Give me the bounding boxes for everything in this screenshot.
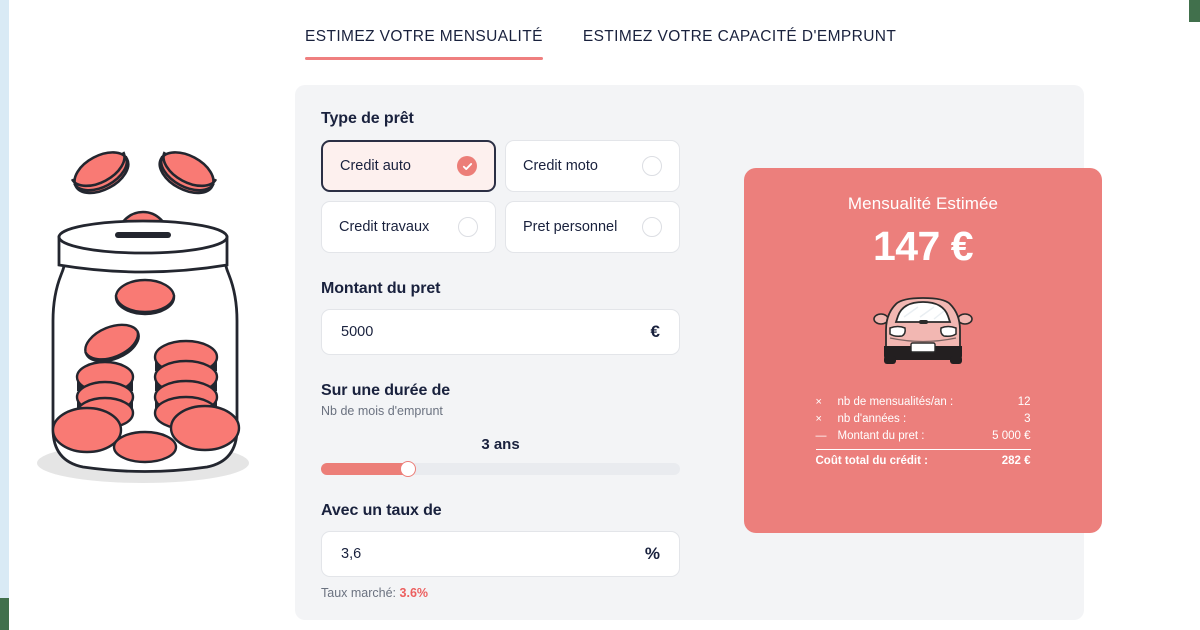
rate-block: Avec un taux de % Taux marché: 3.6%	[321, 502, 680, 600]
radio-circle-icon	[642, 156, 662, 176]
loan-type-label: Credit auto	[340, 158, 411, 174]
breakdown-row: × nb d'années : 3	[816, 410, 1031, 427]
breakdown-value: 12	[1017, 395, 1031, 408]
loan-type-pret-personnel[interactable]: Pret personnel	[505, 201, 680, 253]
coin-jar-icon	[37, 151, 249, 483]
breakdown-value: 5 000 €	[992, 429, 1031, 442]
duration-slider-thumb[interactable]	[400, 461, 417, 477]
loan-type-label: Credit travaux	[339, 219, 430, 235]
breakdown-row: × nb de mensualités/an : 12	[816, 393, 1031, 410]
breakdown-divider	[815, 449, 1031, 451]
percent-icon: %	[644, 544, 660, 563]
car-icon	[873, 297, 973, 364]
radio-circle-icon	[642, 217, 662, 237]
market-rate-hint: Taux marché: 3.6%	[321, 586, 680, 600]
breakdown-total: Coût total du crédit : 282 €	[816, 455, 1031, 467]
duration-slider[interactable]	[321, 461, 680, 477]
total-label: Coût total du crédit :	[815, 455, 928, 468]
loan-type-label: Credit moto	[523, 158, 598, 174]
breakdown-key: Montant du pret :	[837, 429, 925, 442]
loan-form: Type de prêt Credit auto Credit moto Cre…	[321, 110, 680, 600]
cost-breakdown: × nb de mensualités/an : 12 × nb d'année…	[815, 393, 1031, 467]
multiply-icon: ×	[815, 395, 822, 408]
multiply-icon: ×	[815, 412, 822, 425]
rate-input[interactable]	[341, 546, 590, 562]
market-rate-prefix: Taux marché:	[321, 586, 400, 600]
breakdown-value: 3	[1024, 412, 1031, 425]
market-rate-value: 3.6%	[399, 586, 429, 600]
tab-estimez-mensualite[interactable]: ESTIMEZ VOTRE MENSUALITÉ	[305, 28, 543, 60]
top-right-accent-square	[1189, 0, 1200, 22]
rate-input-wrapper[interactable]: %	[321, 531, 680, 577]
total-value: 282 €	[1001, 455, 1031, 468]
loan-type-credit-moto[interactable]: Credit moto	[505, 140, 680, 192]
loan-type-label: Pret personnel	[523, 219, 618, 235]
duration-sublabel: Nb de mois d'emprunt	[321, 404, 443, 418]
amount-input[interactable]	[341, 324, 590, 340]
tab-estimez-capacite[interactable]: ESTIMEZ VOTRE CAPACITÉ D'EMPRUNT	[583, 28, 896, 60]
rate-label: Avec un taux de	[321, 502, 442, 519]
minus-icon: —	[815, 429, 827, 442]
duration-label: Sur une durée de	[321, 382, 451, 399]
tab-label: ESTIMEZ VOTRE MENSUALITÉ	[305, 28, 543, 45]
amount-label: Montant du pret	[321, 280, 441, 297]
breakdown-key: nb d'années :	[837, 412, 907, 425]
result-amount: 147 €	[872, 223, 974, 269]
tab-label: ESTIMEZ VOTRE CAPACITÉ D'EMPRUNT	[582, 28, 897, 45]
result-card: Mensualité Estimée 147 € × nb de mensual…	[744, 168, 1102, 533]
loan-type-credit-auto[interactable]: Credit auto	[321, 140, 496, 192]
euro-icon: €	[650, 322, 660, 341]
tab-bar: ESTIMEZ VOTRE MENSUALITÉ ESTIMEZ VOTRE C…	[305, 28, 896, 60]
breakdown-row: — Montant du pret : 5 000 €	[816, 427, 1031, 444]
loan-type-credit-travaux[interactable]: Credit travaux	[321, 201, 496, 253]
amount-input-wrapper[interactable]: €	[321, 309, 680, 355]
amount-block: Montant du pret €	[321, 280, 680, 355]
car-front-illustration	[870, 286, 976, 371]
radio-circle-icon	[458, 217, 478, 237]
loan-type-options: Credit auto Credit moto Credit travaux P…	[321, 140, 680, 253]
duration-block: Sur une durée de Nb de mois d'emprunt 3 …	[321, 382, 680, 477]
breakdown-key: nb de mensualités/an :	[837, 395, 954, 408]
loan-type-label: Type de prêt	[321, 110, 414, 127]
result-title: Mensualité Estimée	[847, 194, 999, 213]
check-circle-icon	[457, 156, 477, 176]
duration-value: 3 ans	[481, 436, 520, 453]
coin-jar-illustration	[0, 0, 290, 630]
